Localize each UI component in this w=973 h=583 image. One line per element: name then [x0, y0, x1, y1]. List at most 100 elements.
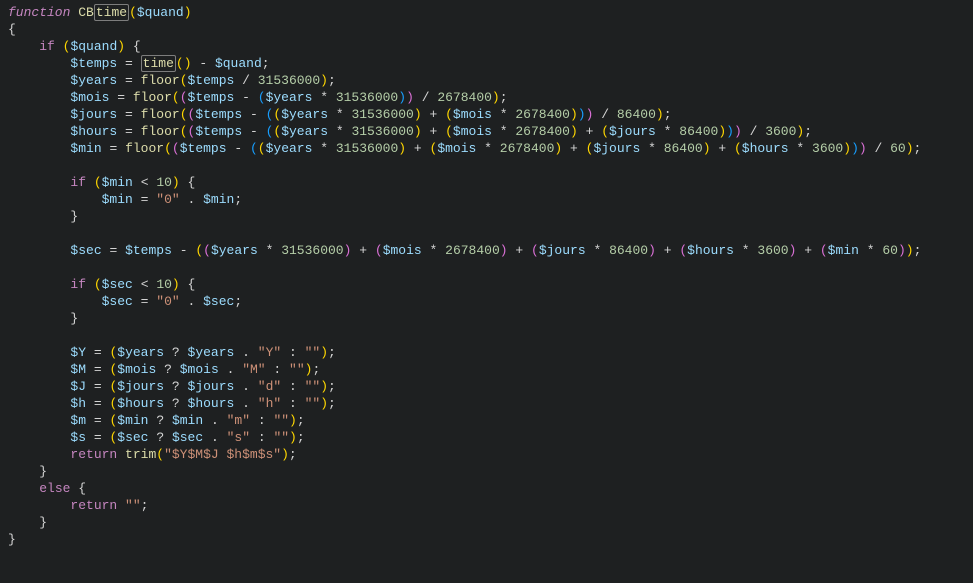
- code-line: }: [0, 463, 973, 480]
- var: $jours: [188, 379, 235, 394]
- code-line: function CBtime($quand): [0, 4, 973, 21]
- fn-floor: floor: [141, 107, 180, 122]
- var: $sec: [117, 430, 148, 445]
- str: "d": [258, 379, 281, 394]
- function-name-highlighted: time: [94, 4, 129, 21]
- code-line: $Y = ($years ? $years . "Y" : "");: [0, 344, 973, 361]
- str: "": [305, 345, 321, 360]
- num: 86400: [609, 243, 648, 258]
- var: $jours: [609, 124, 656, 139]
- num: 2678400: [437, 90, 492, 105]
- code-line: {: [0, 21, 973, 38]
- var: $min: [203, 192, 234, 207]
- var: $sec: [102, 277, 133, 292]
- var: $years: [266, 90, 313, 105]
- num: 31536000: [281, 243, 343, 258]
- code-line: $sec = "0" . $sec;: [0, 293, 973, 310]
- num: 86400: [617, 107, 656, 122]
- var: $sec: [203, 294, 234, 309]
- var-sec: $sec: [70, 243, 101, 258]
- var: $temps: [180, 141, 227, 156]
- code-line: if ($sec < 10) {: [0, 276, 973, 293]
- fn-floor: floor: [133, 90, 172, 105]
- num: 60: [882, 243, 898, 258]
- var: $temps: [188, 73, 235, 88]
- var: $temps: [195, 107, 242, 122]
- code-line: if ($min < 10) {: [0, 174, 973, 191]
- var: $years: [281, 107, 328, 122]
- keyword-else: else: [39, 481, 70, 496]
- code-line: $min = floor(($temps - (($years * 315360…: [0, 140, 973, 157]
- var-hours: $hours: [70, 124, 117, 139]
- str: "": [273, 430, 289, 445]
- num: 2678400: [515, 107, 570, 122]
- num: 3600: [765, 124, 796, 139]
- var-h: $h: [70, 396, 86, 411]
- code-line: }: [0, 208, 973, 225]
- var: $hours: [188, 396, 235, 411]
- code-line: $h = ($hours ? $hours . "h" : "");: [0, 395, 973, 412]
- num: 86400: [679, 124, 718, 139]
- code-line: return "";: [0, 497, 973, 514]
- code-line: $s = ($sec ? $sec . "s" : "");: [0, 429, 973, 446]
- function-name-prefix: CB: [78, 5, 94, 20]
- fn-trim: trim: [125, 447, 156, 462]
- var: $years: [117, 345, 164, 360]
- var: $hours: [117, 396, 164, 411]
- num: 10: [156, 175, 172, 190]
- code-line: [0, 259, 973, 276]
- var-m: $m: [70, 413, 86, 428]
- var: $hours: [687, 243, 734, 258]
- code-line: $M = ($mois ? $mois . "M" : "");: [0, 361, 973, 378]
- code-line: }: [0, 531, 973, 548]
- var: $mois: [437, 141, 476, 156]
- num: 2678400: [515, 124, 570, 139]
- str: "h": [258, 396, 281, 411]
- str: "": [289, 362, 305, 377]
- var-J: $J: [70, 379, 86, 394]
- str: "$Y$M$J $h$m$s": [164, 447, 281, 462]
- num: 31536000: [336, 141, 398, 156]
- code-line: }: [0, 514, 973, 531]
- var: $hours: [742, 141, 789, 156]
- num: 3600: [757, 243, 788, 258]
- var-quand: $quand: [215, 56, 262, 71]
- var: $mois: [383, 243, 422, 258]
- var: $min: [102, 175, 133, 190]
- str: "": [305, 379, 321, 394]
- var-mois: $mois: [70, 90, 109, 105]
- fn-time-highlighted: time: [141, 55, 176, 72]
- var-s: $s: [70, 430, 86, 445]
- var: $min: [828, 243, 859, 258]
- var: $years: [281, 124, 328, 139]
- code-line: [0, 327, 973, 344]
- var: $sec: [102, 294, 133, 309]
- code-line: }: [0, 310, 973, 327]
- var: $sec: [172, 430, 203, 445]
- code-editor[interactable]: function CBtime($quand) { if ($quand) { …: [0, 4, 973, 548]
- code-line: $hours = floor(($temps - (($years * 3153…: [0, 123, 973, 140]
- var: $jours: [593, 141, 640, 156]
- var: $years: [188, 345, 235, 360]
- code-line: $jours = floor(($temps - (($years * 3153…: [0, 106, 973, 123]
- fn-floor: floor: [141, 124, 180, 139]
- num: 86400: [664, 141, 703, 156]
- var: $min: [117, 413, 148, 428]
- str: "s": [227, 430, 250, 445]
- keyword-if: if: [70, 277, 86, 292]
- code-line: $years = floor($temps / 31536000);: [0, 72, 973, 89]
- code-line: $temps = time() - $quand;: [0, 55, 973, 72]
- var: $years: [211, 243, 258, 258]
- str: "": [305, 396, 321, 411]
- code-line: $mois = floor(($temps - ($years * 315360…: [0, 89, 973, 106]
- fn-floor: floor: [141, 73, 180, 88]
- keyword-function: function: [8, 5, 70, 20]
- var: $years: [266, 141, 313, 156]
- num: 31536000: [258, 73, 320, 88]
- var-min: $min: [70, 141, 101, 156]
- code-line: $J = ($jours ? $jours . "d" : "");: [0, 378, 973, 395]
- str: "": [125, 498, 141, 513]
- num: 2678400: [445, 243, 500, 258]
- keyword-return: return: [70, 498, 117, 513]
- str: "": [273, 413, 289, 428]
